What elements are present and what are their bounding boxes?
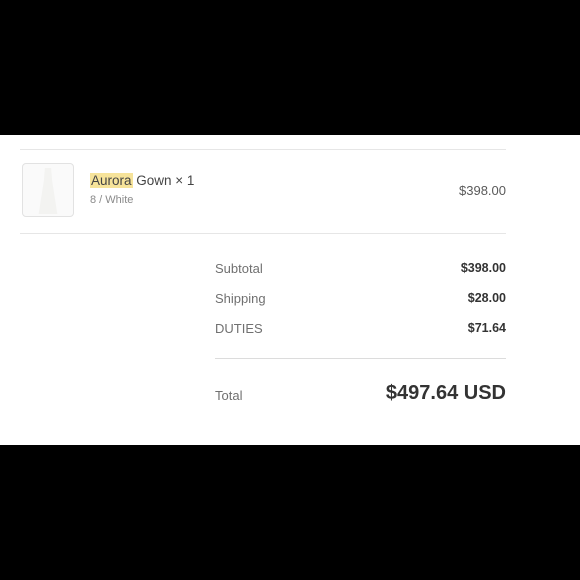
subtotal-label: Subtotal (215, 261, 263, 276)
order-summary-panel: Aurora Gown × 1 8 / White $398.00 Subtot… (0, 135, 580, 445)
divider-top (20, 149, 506, 150)
product-title: Aurora Gown × 1 (90, 173, 194, 188)
gown-thumbnail-icon (38, 168, 58, 214)
divider-item (20, 233, 506, 234)
product-name-highlight: Aurora (90, 173, 133, 188)
total-value: $497.64 USD (385, 382, 506, 404)
total-label: Total (215, 388, 243, 403)
product-name-rest: Gown × 1 (132, 173, 195, 188)
divider-total (215, 358, 506, 359)
product-thumbnail[interactable] (22, 163, 74, 217)
duties-label: DUTIES (215, 321, 263, 336)
subtotal-value: $398.00 (460, 261, 506, 275)
shipping-label: Shipping (215, 291, 266, 306)
product-price: $398.00 (459, 183, 506, 198)
shipping-value: $28.00 (467, 291, 506, 305)
duties-value: $71.64 (467, 321, 506, 335)
product-variant: 8 / White (90, 194, 134, 206)
